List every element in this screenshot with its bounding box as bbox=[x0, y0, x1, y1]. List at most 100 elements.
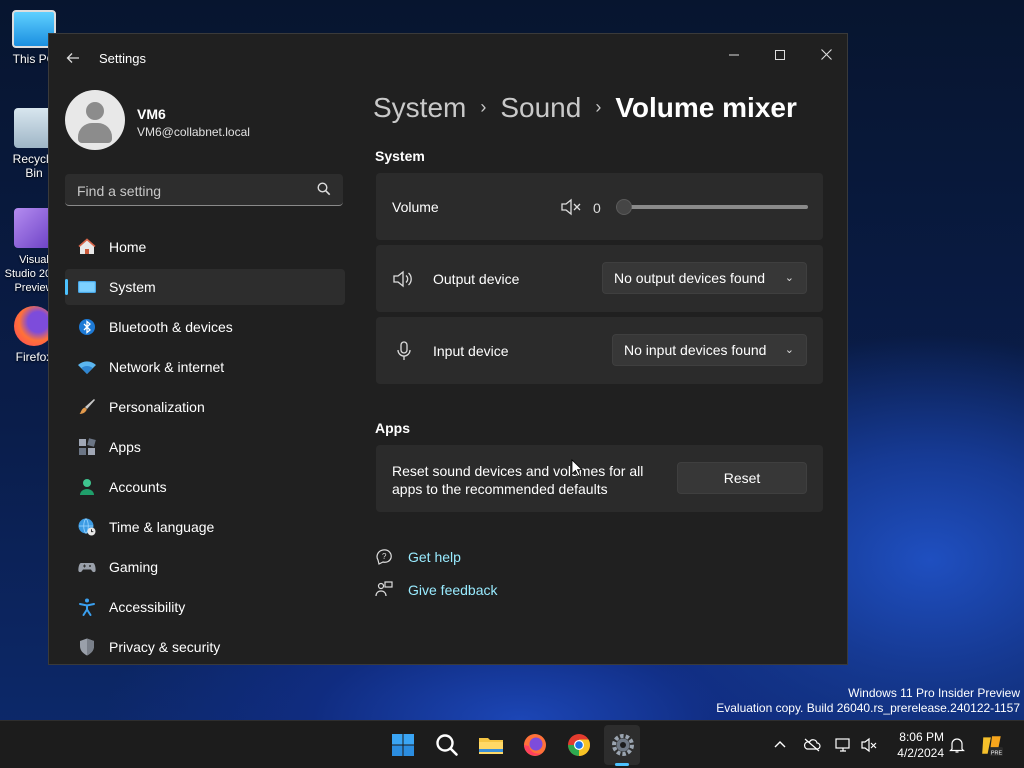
file-explorer-icon[interactable] bbox=[476, 730, 506, 760]
sidebar-item-home[interactable]: Home bbox=[65, 229, 345, 265]
breadcrumb-system[interactable]: System bbox=[373, 92, 466, 123]
clock-time: 8:06 PM bbox=[899, 730, 944, 744]
maximize-button[interactable] bbox=[757, 40, 803, 70]
accounts-icon bbox=[80, 479, 94, 495]
search-icon[interactable] bbox=[432, 730, 462, 760]
sidebar-item-privacy[interactable]: Privacy & security bbox=[65, 629, 345, 664]
search-box[interactable] bbox=[65, 174, 343, 206]
input-device-dropdown[interactable]: No input devices found ⌄ bbox=[612, 334, 807, 366]
back-button[interactable] bbox=[63, 48, 83, 68]
sidebar-item-apps[interactable]: Apps bbox=[65, 429, 345, 465]
notification-bell-icon[interactable] bbox=[948, 736, 966, 754]
close-button[interactable] bbox=[803, 40, 847, 70]
volume-slider[interactable] bbox=[616, 199, 808, 215]
close-icon bbox=[820, 49, 832, 60]
sidebar-item-label: Privacy & security bbox=[109, 639, 221, 655]
start-icon[interactable] bbox=[388, 730, 418, 760]
sidebar-item-label: Accessibility bbox=[109, 599, 186, 615]
get-help-link[interactable]: Get help bbox=[408, 549, 461, 565]
arrow-left-icon bbox=[66, 53, 79, 63]
system-icon bbox=[78, 281, 96, 293]
minimize-button[interactable] bbox=[711, 40, 757, 70]
wifi-icon bbox=[78, 361, 96, 374]
selection-indicator bbox=[65, 279, 68, 295]
firefox-icon[interactable] bbox=[520, 730, 550, 760]
volume-value: 0 bbox=[593, 200, 601, 216]
reset-card: Reset sound devices and volumes for all … bbox=[376, 445, 823, 512]
volume-muted-icon[interactable] bbox=[860, 736, 878, 754]
feedback-icon bbox=[375, 581, 393, 597]
speaker-muted-icon[interactable] bbox=[560, 198, 582, 216]
maximize-icon bbox=[775, 50, 785, 60]
give-feedback-link[interactable]: Give feedback bbox=[408, 582, 498, 598]
breadcrumb-separator: › bbox=[595, 97, 602, 117]
watermark-line2: Evaluation copy. Build 26040.rs_prerelea… bbox=[716, 701, 1020, 715]
settings-window: Settings VM6 VM6@collabnet.local Home Sy… bbox=[48, 33, 848, 665]
gamepad-icon bbox=[78, 563, 96, 573]
settings-gear-icon[interactable] bbox=[608, 730, 638, 760]
watermark-line1: Windows 11 Pro Insider Preview bbox=[848, 686, 1020, 700]
copilot-preview-icon[interactable]: PRE bbox=[980, 733, 1004, 757]
globe-clock-icon bbox=[78, 518, 96, 536]
output-device-label: Output device bbox=[433, 271, 520, 287]
sidebar-item-label: Home bbox=[109, 239, 147, 255]
avatar-body bbox=[78, 123, 112, 143]
window-title: Settings bbox=[99, 51, 146, 66]
sidebar-item-label: System bbox=[109, 279, 156, 295]
mouse-cursor-icon bbox=[571, 459, 583, 477]
network-icon[interactable] bbox=[834, 736, 852, 754]
taskbar: 8:06 PM 4/2/2024 PRE bbox=[0, 720, 1024, 768]
taskbar-clock[interactable]: 8:06 PM 4/2/2024 bbox=[880, 729, 944, 761]
sidebar-item-bluetooth[interactable]: Bluetooth & devices bbox=[65, 309, 345, 345]
desktop-icon-label: Firefox bbox=[15, 350, 53, 364]
breadcrumb: System › Sound › Volume mixer bbox=[373, 92, 797, 124]
section-title-apps: Apps bbox=[375, 420, 410, 436]
output-device-value: No output devices found bbox=[614, 270, 765, 286]
help-icon: ? bbox=[376, 549, 392, 565]
bluetooth-icon bbox=[79, 319, 95, 335]
sidebar-item-time-language[interactable]: Time & language bbox=[65, 509, 345, 545]
input-device-card: Input device No input devices found ⌄ bbox=[376, 317, 823, 384]
speaker-icon bbox=[393, 270, 412, 288]
sidebar-item-label: Accounts bbox=[109, 479, 167, 495]
profile-name: VM6 bbox=[137, 106, 166, 122]
output-device-dropdown[interactable]: No output devices found ⌄ bbox=[602, 262, 807, 294]
section-title-system: System bbox=[375, 148, 425, 164]
sidebar-item-label: Time & language bbox=[109, 519, 215, 535]
chrome-icon[interactable] bbox=[564, 730, 594, 760]
sidebar-item-label: Bluetooth & devices bbox=[109, 319, 233, 335]
active-app-indicator bbox=[615, 763, 629, 766]
brush-icon bbox=[79, 399, 95, 414]
breadcrumb-sound[interactable]: Sound bbox=[500, 92, 581, 123]
volume-label: Volume bbox=[392, 199, 439, 215]
input-device-label: Input device bbox=[433, 343, 509, 359]
input-device-value: No input devices found bbox=[624, 342, 767, 358]
reset-button[interactable]: Reset bbox=[677, 462, 807, 494]
output-device-card: Output device No output devices found ⌄ bbox=[376, 245, 823, 312]
sidebar-item-gaming[interactable]: Gaming bbox=[65, 549, 345, 585]
chevron-up-icon[interactable] bbox=[771, 736, 789, 754]
chevron-down-icon: ⌄ bbox=[784, 344, 794, 356]
sidebar-item-label: Gaming bbox=[109, 559, 159, 575]
svg-text:PRE: PRE bbox=[991, 750, 1003, 756]
search-icon[interactable] bbox=[317, 182, 331, 196]
sidebar-item-personalization[interactable]: Personalization bbox=[65, 389, 345, 425]
volume-slider-thumb[interactable] bbox=[616, 199, 632, 215]
sidebar-item-network[interactable]: Network & internet bbox=[65, 349, 345, 385]
sidebar-item-system[interactable]: System bbox=[65, 269, 345, 305]
sidebar-item-accessibility[interactable]: Accessibility bbox=[65, 589, 345, 625]
apps-icon bbox=[79, 438, 96, 455]
onedrive-icon[interactable] bbox=[803, 736, 821, 754]
sidebar-item-accounts[interactable]: Accounts bbox=[65, 469, 345, 505]
accessibility-icon bbox=[79, 598, 95, 616]
avatar[interactable] bbox=[65, 90, 125, 150]
reset-description-line2: apps to the recommended defaults bbox=[392, 481, 608, 497]
reset-description-line1: Reset sound devices and volumes for all bbox=[392, 463, 644, 479]
shield-icon bbox=[80, 638, 94, 656]
home-icon bbox=[78, 238, 96, 254]
microphone-icon bbox=[397, 341, 411, 360]
search-input[interactable] bbox=[75, 181, 309, 201]
breadcrumb-separator: › bbox=[480, 97, 487, 117]
sidebar-item-label: Personalization bbox=[109, 399, 205, 415]
clock-date: 4/2/2024 bbox=[897, 746, 944, 760]
